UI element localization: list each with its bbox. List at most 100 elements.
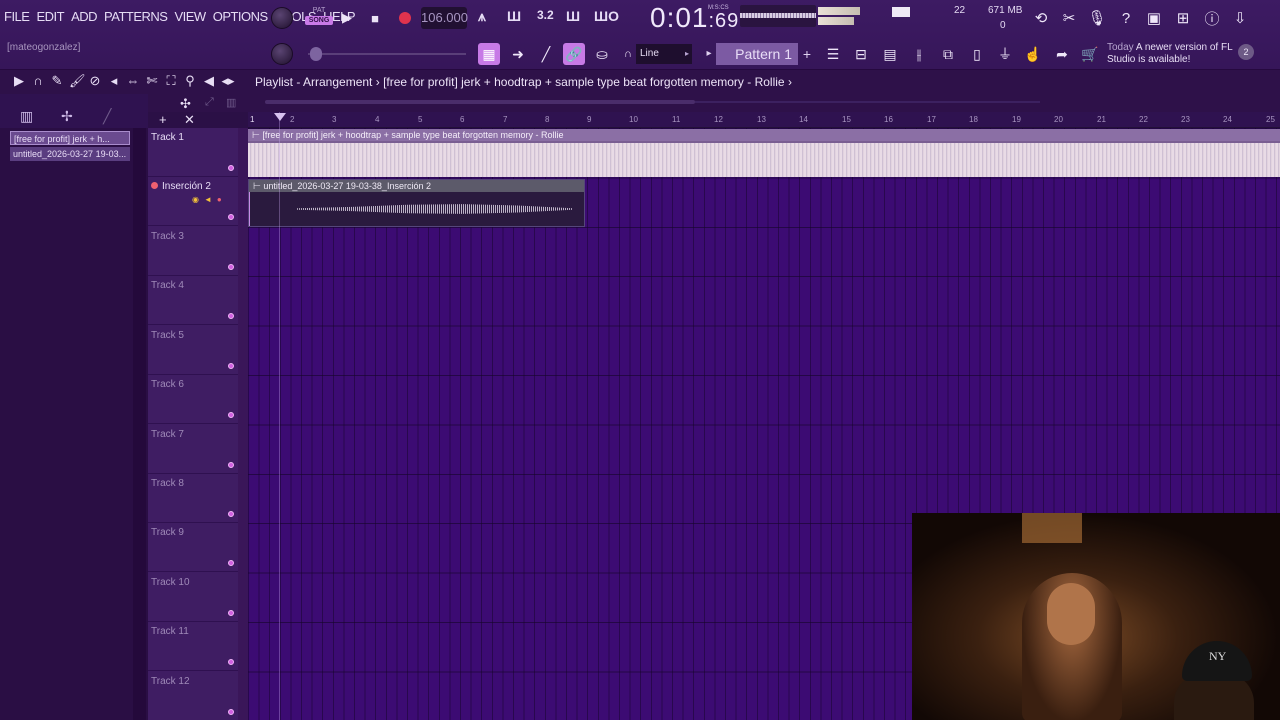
master-volume-knob[interactable]: [271, 7, 293, 29]
piano-roll-button[interactable]: ▦: [478, 43, 500, 65]
pattern-select[interactable]: Pattern 1: [716, 43, 798, 65]
news-panel[interactable]: Today A newer version of FL Studio is av…: [1107, 42, 1257, 66]
track-enable-dot[interactable]: [228, 659, 234, 665]
automation-clip-icon[interactable]: ╱: [103, 108, 111, 125]
play-button[interactable]: ▶: [336, 8, 358, 28]
grid-icon[interactable]: ▥: [226, 96, 236, 109]
track-enable-dot[interactable]: [228, 165, 234, 171]
microphone-icon[interactable]: 🎙: [1086, 8, 1108, 28]
track-enable-dot[interactable]: [228, 462, 234, 468]
countdown-icon[interactable]: 3.2: [537, 8, 554, 22]
tempo-display[interactable]: 106.000: [421, 7, 468, 29]
snap-select[interactable]: Line ▸: [636, 44, 692, 64]
browser-button[interactable]: ▯: [966, 43, 988, 65]
render-icon[interactable]: ⊞: [1172, 8, 1194, 28]
master-pitch-slider-thumb[interactable]: [310, 47, 322, 61]
track-header[interactable]: Track 11: [148, 622, 238, 671]
menu-options[interactable]: OPTIONS: [213, 9, 269, 24]
timeline-ruler[interactable]: 1 2 3 4 5 6 7 8 9 10 11 12 13 14 15 16 1…: [248, 112, 1280, 128]
track-header[interactable]: Track 1: [148, 128, 238, 177]
playlist-menu-arrow-icon[interactable]: ▶: [12, 73, 26, 89]
arrow-button[interactable]: ➜: [507, 43, 529, 65]
track-header[interactable]: Track 7: [148, 425, 238, 474]
playhead-marker[interactable]: [274, 113, 286, 121]
mute-tool-icon[interactable]: ◂: [107, 73, 121, 89]
audio-clip-beat[interactable]: ⊢ [free for profit] jerk + hoodtrap + sa…: [248, 129, 1280, 177]
clip-browser-scrollbar[interactable]: [133, 128, 146, 720]
speaker-icon[interactable]: ◄: [204, 195, 212, 204]
info-icon[interactable]: ⓘ: [1201, 8, 1223, 28]
playlist-button[interactable]: ☰: [822, 43, 844, 65]
project-picker-button[interactable]: ⧉: [937, 43, 959, 65]
clip-list-item[interactable]: [free for profit] jerk + h...: [10, 131, 130, 145]
zoom-tool-icon[interactable]: ⚲: [183, 73, 197, 89]
track-header[interactable]: Track 6: [148, 375, 238, 424]
piano-roll-window-button[interactable]: ⊟: [850, 43, 872, 65]
track-header[interactable]: Track 9: [148, 523, 238, 572]
track-enable-dot[interactable]: [228, 313, 234, 319]
menu-view[interactable]: VIEW: [174, 9, 206, 24]
track-header[interactable]: Track 3: [148, 227, 238, 276]
track-header[interactable]: Track 8: [148, 474, 238, 523]
track-record-dot[interactable]: [151, 182, 158, 189]
mixer-button[interactable]: ⫲: [908, 43, 930, 65]
help-icon[interactable]: ?: [1115, 8, 1137, 28]
stamp-button[interactable]: ⛀: [591, 43, 613, 65]
track-header[interactable]: Inserción 2 ◉ ◄ ●: [148, 177, 238, 226]
track-header[interactable]: Track 4: [148, 276, 238, 325]
add-track-icon[interactable]: +: [159, 112, 167, 127]
draw-tool-icon[interactable]: ✎: [50, 73, 64, 89]
menu-file[interactable]: FILE: [4, 9, 30, 24]
slice-tool-icon[interactable]: ✄: [145, 73, 159, 89]
tempo-tapper-button[interactable]: ➦: [1051, 43, 1073, 65]
horizontal-scrollbar-track[interactable]: [695, 101, 1040, 103]
track-enable-dot[interactable]: [228, 412, 234, 418]
metronome-icon[interactable]: ⩚: [478, 8, 486, 25]
slip-tool-icon[interactable]: ⇔: [126, 73, 140, 89]
menu-patterns[interactable]: PATTERNS: [104, 9, 168, 24]
menu-edit[interactable]: EDIT: [36, 9, 64, 24]
undo-icon[interactable]: ⟲: [1030, 8, 1052, 28]
select-tool-icon[interactable]: ⛶: [164, 73, 178, 89]
resize-icon[interactable]: ⤢: [205, 96, 214, 109]
magnet-snap-icon[interactable]: ∩: [31, 73, 45, 89]
stop-button[interactable]: ■: [364, 8, 386, 28]
navigate-icon[interactable]: ◂▸: [221, 73, 235, 89]
zoom-icon[interactable]: ✣: [180, 96, 191, 112]
delete-tool-icon[interactable]: ⊘: [88, 73, 102, 89]
download-icon[interactable]: ⇩: [1229, 8, 1251, 28]
cut-icon[interactable]: ✂: [1058, 8, 1080, 28]
track-enable-dot[interactable]: [228, 214, 234, 220]
record-arm-icon[interactable]: ●: [217, 195, 222, 204]
track-header[interactable]: Track 10: [148, 573, 238, 622]
track-enable-dot[interactable]: [228, 560, 234, 566]
close-icon[interactable]: ✕: [184, 112, 195, 128]
plugin-button[interactable]: ⏚: [994, 43, 1016, 65]
track-header[interactable]: Track 5: [148, 326, 238, 375]
track-enable-dot[interactable]: [228, 511, 234, 517]
channel-rack-button[interactable]: ▤: [879, 43, 901, 65]
master-pitch-knob[interactable]: [271, 43, 293, 65]
pat-song-toggle[interactable]: PAT SONG: [305, 7, 333, 25]
wait-input-icon[interactable]: Ш: [507, 8, 521, 24]
record-button[interactable]: [394, 8, 416, 28]
loop-record-icon[interactable]: ШO: [594, 8, 619, 24]
shop-button[interactable]: 🛒: [1079, 43, 1101, 65]
audio-clip-icon[interactable]: ✢: [61, 108, 73, 125]
paint-tool-icon[interactable]: 🖌: [69, 73, 86, 89]
clip-list-item[interactable]: untitled_2026-03-27 19-03...: [10, 147, 130, 161]
track-enable-dot[interactable]: [228, 610, 234, 616]
menu-add[interactable]: ADD: [71, 9, 97, 24]
pattern-prev-button[interactable]: ▸: [702, 43, 716, 65]
audio-clip-recording[interactable]: ⊢ untitled_2026-03-27 19-03-38_Inserción…: [248, 179, 585, 227]
pattern-clip-icon[interactable]: ▥: [20, 108, 33, 125]
pattern-add-button[interactable]: +: [800, 43, 814, 65]
news-badge[interactable]: 2: [1238, 44, 1254, 60]
track-header[interactable]: Track 12: [148, 672, 238, 720]
track-enable-dot[interactable]: [228, 709, 234, 715]
link-button[interactable]: 🔗: [563, 43, 585, 65]
track-enable-dot[interactable]: [228, 264, 234, 270]
touch-keyboard-button[interactable]: ☝: [1022, 43, 1044, 65]
playback-tool-icon[interactable]: ◀: [202, 73, 216, 89]
track-enable-dot[interactable]: [228, 363, 234, 369]
